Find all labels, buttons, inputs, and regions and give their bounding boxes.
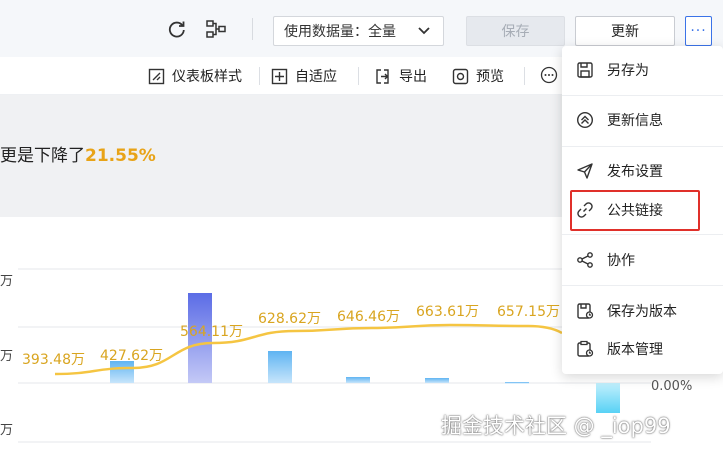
bar [268, 351, 292, 383]
export-label: 导出 [399, 69, 427, 85]
dashboard-style-label: 仪表板样式 [172, 69, 242, 85]
adaptive-icon [271, 68, 288, 84]
save-as-icon [577, 62, 593, 78]
y-tick-label: 万 [0, 349, 13, 364]
subbar-divider [358, 67, 359, 85]
menu-item-version-manage[interactable]: 版本管理 [562, 332, 723, 366]
menu-item-label: 更新信息 [607, 113, 663, 129]
data-label: 564.11万 [180, 324, 243, 340]
flow-icon[interactable] [205, 18, 227, 40]
data-label: 663.61万 [416, 304, 479, 320]
menu-divider [562, 285, 723, 286]
preview-button[interactable]: 预览 [452, 66, 504, 86]
save-button[interactable]: 保存 [466, 16, 565, 46]
menu-item-label: 保存为版本 [607, 304, 677, 320]
preview-label: 预览 [476, 69, 504, 85]
menu-item-label: 协作 [607, 253, 635, 269]
subbar-divider [524, 67, 525, 85]
menu-item-collaborate[interactable]: 协作 [562, 243, 723, 277]
chart-y-axis: 万万万 [0, 274, 13, 438]
dataset-select-label: 使用数据量：全量 [284, 24, 396, 40]
bar [346, 377, 370, 383]
menu-item-update-info[interactable]: 更新信息 [562, 103, 723, 137]
menu-item-publish[interactable]: 发布设置 [562, 154, 723, 188]
menu-divider [562, 234, 723, 235]
data-label: 657.15万 [497, 304, 560, 320]
adaptive-label: 自适应 [295, 69, 337, 85]
export-icon [376, 68, 389, 84]
export-button[interactable]: 导出 [375, 66, 427, 86]
toolbar-divider [252, 18, 253, 40]
watermark-text: 掘金技术社区 @ _iop99 [441, 414, 671, 438]
y-tick-label: 万 [0, 274, 13, 289]
data-label: 628.62万 [258, 311, 321, 327]
preview-icon [452, 68, 469, 84]
bar [110, 361, 134, 383]
summary-prefix: 更是下降了 [0, 146, 85, 166]
data-label: 427.62万 [100, 348, 163, 364]
refresh-icon[interactable] [166, 18, 188, 40]
menu-divider [562, 95, 723, 96]
data-label: 393.48万 [22, 352, 85, 368]
dashboard-style-button[interactable]: 仪表板样式 [148, 66, 242, 86]
bar [505, 382, 529, 384]
update-info-icon [576, 111, 594, 129]
adaptive-button[interactable]: 自适应 [271, 66, 337, 86]
bar [596, 383, 620, 413]
menu-item-save-as[interactable]: 另存为 [562, 53, 723, 87]
menu-divider [562, 146, 723, 147]
bar [425, 378, 449, 383]
menu-item-label: 发布设置 [607, 164, 663, 180]
data-label: 646.46万 [337, 309, 400, 325]
more-menu: 另存为 更新信息 发布设置 公共链接 协作 保存为版本 版本管理 [562, 46, 723, 374]
menu-item-label: 版本管理 [607, 342, 663, 358]
menu-item-label: 另存为 [607, 63, 649, 79]
subbar-divider [259, 67, 260, 85]
summary-highlight: 21.55% [85, 146, 156, 166]
dashboard-style-icon [148, 68, 165, 84]
more-circle-icon [540, 66, 558, 84]
publish-icon [577, 163, 593, 179]
version-manage-icon [577, 340, 594, 357]
save-version-icon [577, 303, 594, 319]
menu-item-label: 公共链接 [607, 203, 663, 219]
dataset-select[interactable]: 使用数据量：全量 [273, 16, 444, 46]
percent-axis-label: 0.00% [651, 379, 692, 394]
more-button[interactable]: ··· [685, 16, 712, 46]
link-icon [577, 202, 593, 218]
y-tick-label: 万 [0, 423, 13, 438]
summary-text: 更是下降了21.55% [0, 141, 156, 166]
chevron-down-icon [417, 25, 431, 41]
update-button[interactable]: 更新 [575, 16, 675, 46]
share-icon [577, 252, 593, 268]
menu-item-public-link[interactable]: 公共链接 [562, 193, 723, 227]
menu-item-save-version[interactable]: 保存为版本 [562, 294, 723, 328]
